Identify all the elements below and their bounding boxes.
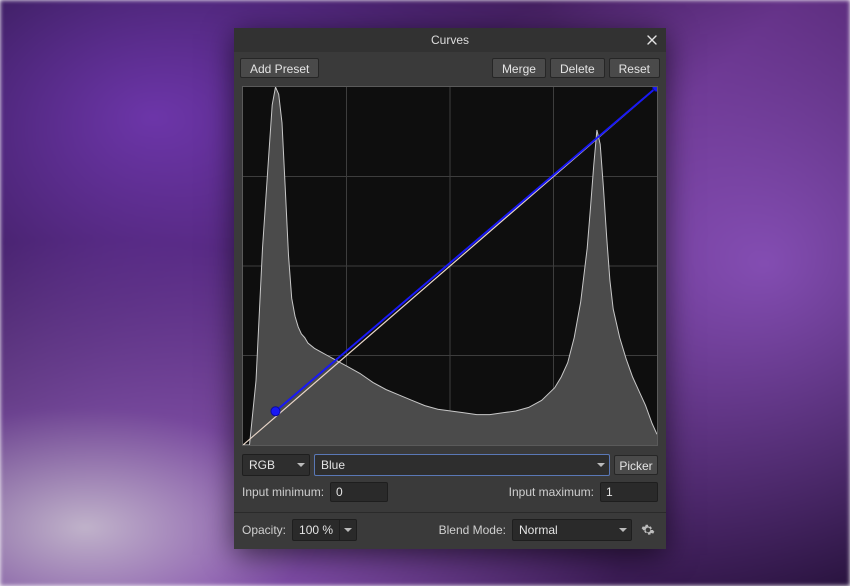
input-max-label: Input maximum: [509,485,594,499]
input-range-row: Input minimum: 0 Input maximum: 1 [234,478,666,512]
input-max-field[interactable]: 1 [600,482,658,502]
footer: Opacity: 100 % Blend Mode: Normal [234,512,666,549]
blend-mode-value: Normal [519,523,558,537]
close-button[interactable] [638,28,666,52]
add-preset-button[interactable]: Add Preset [240,58,319,78]
channel-select[interactable]: Blue [314,454,610,476]
chevron-down-icon [297,463,305,467]
chevron-down-icon [597,463,605,467]
delete-button[interactable]: Delete [550,58,605,78]
chevron-down-icon [344,528,352,532]
channel-value: Blue [321,458,345,472]
picker-button[interactable]: Picker [614,455,658,475]
reset-button[interactable]: Reset [609,58,660,78]
color-mode-value: RGB [249,458,275,472]
blend-mode-label: Blend Mode: [439,523,506,537]
opacity-label: Opacity: [242,523,286,537]
color-mode-select[interactable]: RGB [242,454,310,476]
curve-point-start[interactable] [271,407,280,416]
opacity-value: 100 % [293,523,339,537]
close-icon [647,35,657,45]
blend-mode-select[interactable]: Normal [512,519,632,541]
titlebar[interactable]: Curves [234,28,666,52]
curves-panel: Curves Add Preset Merge Delete Reset RGB [234,28,666,549]
toolbar: Add Preset Merge Delete Reset [234,52,666,82]
curves-svg [243,87,657,445]
chevron-down-icon [619,528,627,532]
input-min-field[interactable]: 0 [330,482,388,502]
channel-row: RGB Blue Picker [234,452,666,478]
merge-button[interactable]: Merge [492,58,546,78]
gear-icon [641,523,655,537]
opacity-stepper[interactable] [339,520,356,540]
curves-graph[interactable] [242,86,658,446]
opacity-field[interactable]: 100 % [292,519,357,541]
window-title: Curves [234,33,666,47]
settings-button[interactable] [638,520,658,540]
input-min-label: Input minimum: [242,485,324,499]
